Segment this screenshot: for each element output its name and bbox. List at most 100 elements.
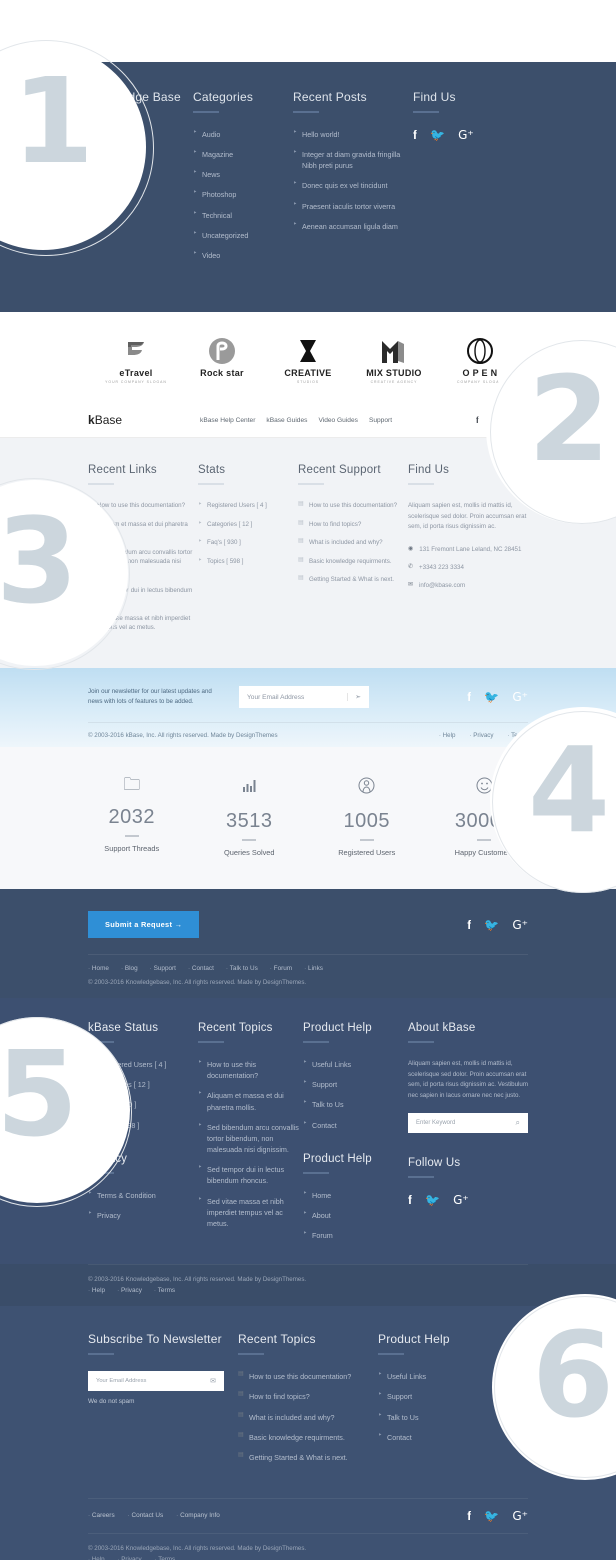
- link-privacy[interactable]: Privacy: [118, 1556, 141, 1560]
- list-item[interactable]: Faq's [ 930 ]: [88, 1098, 198, 1110]
- list-item[interactable]: Basic knowledge requirments.: [298, 556, 408, 567]
- list-item[interactable]: Aliquam et massa et dui pharetra mollis.: [198, 1089, 303, 1112]
- list-item[interactable]: Registered Users [ 4 ]: [198, 500, 298, 511]
- facebook-icon[interactable]: 𝐟: [476, 415, 479, 426]
- search-input[interactable]: Enter Keyword ⌕: [408, 1113, 528, 1134]
- list-item[interactable]: Aliquam et massa et dui pharetra mollis.: [88, 519, 198, 539]
- list-item[interactable]: Integer at diam gravida fringilla Nibh p…: [293, 148, 413, 171]
- google-plus-icon[interactable]: G⁺: [512, 1510, 528, 1522]
- list-item[interactable]: Aenean accumsan ligula diam: [293, 220, 413, 232]
- logo-etravel[interactable]: eTravel YOUR COMPANY SLOGAN: [98, 334, 174, 384]
- list-item[interactable]: Contact: [378, 1431, 498, 1443]
- submit-request-button[interactable]: Submit a Request →: [88, 911, 200, 939]
- link-company-info[interactable]: Company Info: [176, 1512, 220, 1519]
- link-contact-us[interactable]: Contact Us: [128, 1512, 164, 1519]
- list-item[interactable]: Magazine: [193, 148, 293, 160]
- list-item[interactable]: What is included and why?: [238, 1410, 378, 1423]
- link-home[interactable]: Home: [88, 965, 109, 972]
- list-item[interactable]: Useful Links: [378, 1370, 498, 1382]
- list-item[interactable]: Topics [ 598 ]: [198, 556, 298, 567]
- facebook-icon[interactable]: 𝐟: [467, 1510, 471, 1522]
- list-item[interactable]: Audio: [193, 128, 293, 140]
- google-plus-icon[interactable]: G⁺: [512, 919, 528, 931]
- nav-item-kbase-guides[interactable]: kBase Guides: [266, 417, 307, 424]
- link-support[interactable]: Support: [150, 965, 176, 972]
- list-item[interactable]: How to use this documentation?: [88, 500, 198, 511]
- twitter-icon[interactable]: 🐦: [484, 1510, 499, 1522]
- paper-plane-icon[interactable]: ➣: [347, 693, 361, 702]
- list-item[interactable]: Privacy: [88, 1209, 198, 1221]
- newsletter-email-input[interactable]: Your Email Address ➣: [239, 686, 369, 709]
- list-item[interactable]: Basic knowledge requirments.: [238, 1431, 378, 1443]
- list-item[interactable]: What is included and why?: [298, 537, 408, 548]
- logo-mixstudio[interactable]: MIX STUDIO CREATIVE AGENCY: [356, 334, 432, 384]
- list-item[interactable]: Categories [ 12 ]: [88, 1078, 198, 1090]
- list-item[interactable]: Home: [303, 1189, 408, 1201]
- list-item[interactable]: Praesent iaculis tortor viverra: [293, 200, 413, 212]
- list-item[interactable]: Sed bibendum arcu convallis tortor biben…: [88, 547, 198, 577]
- list-item[interactable]: Talk to Us: [303, 1098, 408, 1110]
- list-item[interactable]: Topics [ 598 ]: [88, 1119, 198, 1131]
- twitter-icon[interactable]: 🐦: [430, 129, 445, 141]
- envelope-icon[interactable]: ✉: [210, 1377, 216, 1385]
- list-item[interactable]: Photoshop: [193, 188, 293, 200]
- twitter-icon[interactable]: 🐦: [484, 919, 499, 931]
- newsletter-email-input[interactable]: Your Email Address ✉: [88, 1371, 224, 1392]
- twitter-icon[interactable]: 🐦: [492, 415, 503, 426]
- list-item[interactable]: Hello world!: [293, 128, 413, 140]
- facebook-icon[interactable]: 𝐟: [467, 919, 471, 931]
- list-item[interactable]: Faq's [ 930 ]: [198, 537, 298, 548]
- list-item[interactable]: Donec quis ex vel tincidunt: [293, 179, 413, 191]
- list-item[interactable]: Sed bibendum arcu convallis tortor biben…: [198, 1121, 303, 1155]
- link-help[interactable]: Help: [88, 1556, 105, 1560]
- list-item[interactable]: How to find topics?: [298, 519, 408, 530]
- list-item[interactable]: Forum: [303, 1229, 408, 1241]
- list-item[interactable]: Sed vitae massa et nibh imperdiet tempus…: [198, 1194, 303, 1229]
- list-item[interactable]: Sed tempor dui in lectus bibendum rhoncu…: [198, 1163, 303, 1186]
- facebook-icon[interactable]: 𝐟: [467, 691, 471, 703]
- list-item[interactable]: Sed vitae massa et nibh imperdiet tempus…: [88, 613, 198, 633]
- list-item[interactable]: About: [303, 1209, 408, 1221]
- list-item[interactable]: Video: [193, 249, 293, 261]
- list-item[interactable]: Categories [ 12 ]: [198, 519, 298, 530]
- logo-open[interactable]: O P E N COMPANY SLOGAN: [442, 334, 518, 384]
- link-help[interactable]: Help: [88, 1287, 105, 1294]
- facebook-icon[interactable]: 𝐟: [413, 129, 417, 141]
- list-item[interactable]: Useful Links: [303, 1058, 408, 1070]
- link-terms[interactable]: Terms: [154, 1287, 175, 1294]
- search-icon[interactable]: ⌕: [516, 1118, 520, 1128]
- list-item[interactable]: Portfolio: [88, 128, 193, 140]
- logo-rockstar[interactable]: Rock star: [184, 334, 260, 380]
- link-careers[interactable]: Careers: [88, 1512, 115, 1519]
- list-item[interactable]: Technical: [193, 209, 293, 221]
- logo-creative[interactable]: CREATIVE STUDIOS: [270, 334, 346, 384]
- link-talk-to-us[interactable]: Talk to Us: [226, 965, 258, 972]
- link-help[interactable]: Help: [439, 732, 456, 739]
- list-item[interactable]: Terms & Condition: [88, 1189, 198, 1201]
- list-item[interactable]: Faq's: [88, 148, 193, 160]
- nav-item-video-guides[interactable]: Video Guides: [318, 417, 357, 424]
- list-item[interactable]: Registered Users [ 4 ]: [88, 1058, 198, 1070]
- list-item[interactable]: News: [193, 168, 293, 180]
- brand-logo[interactable]: kBase: [88, 413, 122, 427]
- list-item[interactable]: Getting Started & What is next.: [298, 574, 408, 585]
- link-privacy[interactable]: Privacy: [469, 732, 493, 739]
- list-item[interactable]: How to use this documentation?: [198, 1058, 303, 1081]
- link-contact[interactable]: Contact: [188, 965, 214, 972]
- facebook-icon[interactable]: 𝐟: [408, 1194, 412, 1206]
- google-plus-icon[interactable]: G⁺: [453, 1194, 469, 1206]
- google-plus-icon[interactable]: G⁺: [516, 415, 528, 426]
- list-item[interactable]: Sed tempor dui in lectus bibendum rhoncu…: [88, 585, 198, 605]
- link-forum[interactable]: Forum: [270, 965, 292, 972]
- list-item[interactable]: Talk to Us: [378, 1410, 498, 1423]
- list-item[interactable]: Contact: [303, 1119, 408, 1131]
- list-item[interactable]: How to use this documentation?: [298, 500, 408, 511]
- list-item[interactable]: Uncategorized: [193, 229, 293, 241]
- link-privacy[interactable]: Privacy: [117, 1287, 142, 1294]
- list-item[interactable]: Support: [303, 1078, 408, 1090]
- link-terms[interactable]: Terms: [155, 1556, 175, 1560]
- list-item[interactable]: Shop: [88, 168, 193, 180]
- twitter-icon[interactable]: 🐦: [484, 691, 499, 703]
- google-plus-icon[interactable]: G⁺: [458, 129, 474, 141]
- list-item[interactable]: Support: [378, 1390, 498, 1402]
